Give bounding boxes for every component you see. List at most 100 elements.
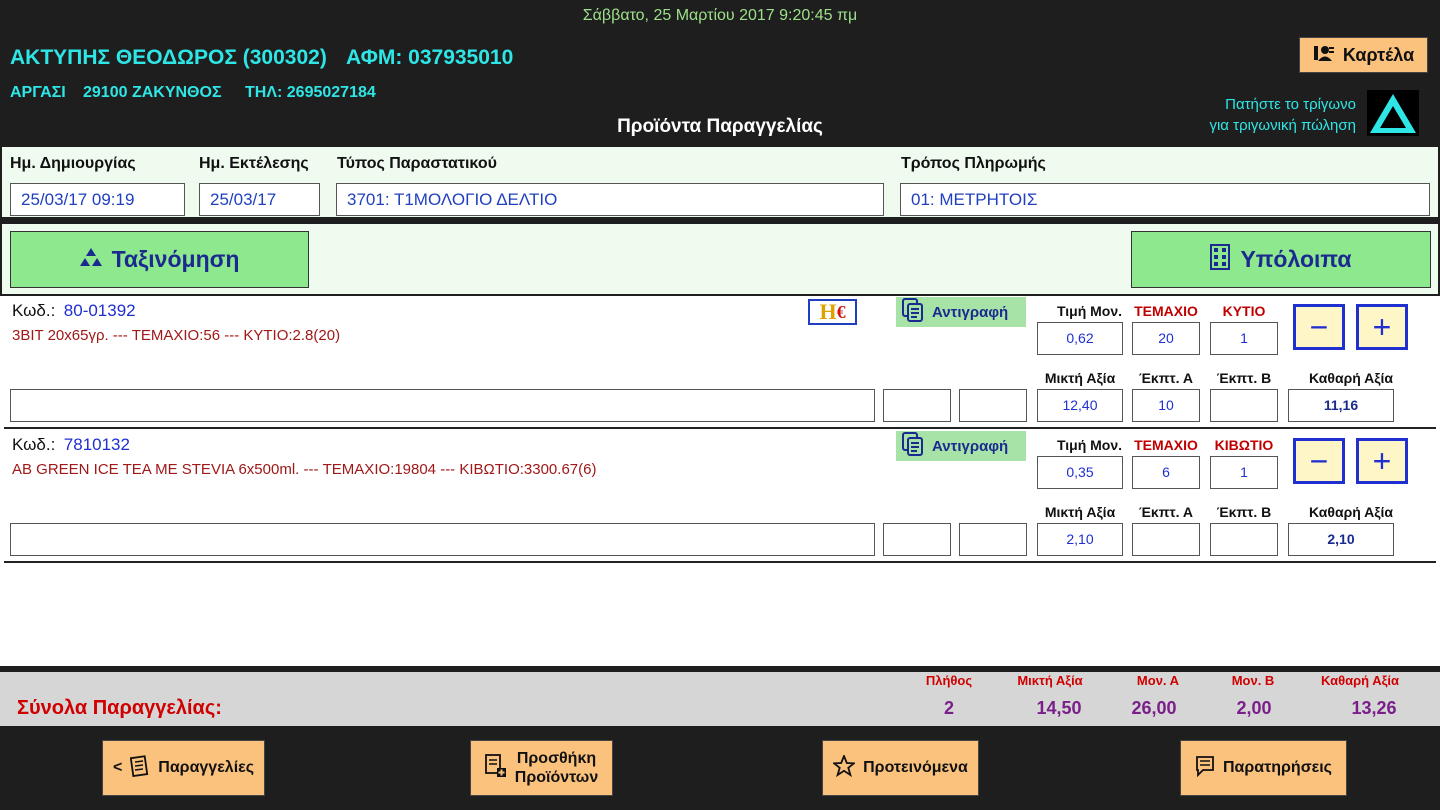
row-divider xyxy=(4,561,1436,563)
disc-a-field[interactable]: 10 xyxy=(1132,389,1200,422)
unit1-label: ΤΕΜΑΧΙΟ xyxy=(1134,437,1198,453)
star-icon xyxy=(831,753,857,782)
totals-label: Σύνολα Παραγγελίας: xyxy=(17,697,222,719)
product-row: Κωδ.: 80-01392 3BIT 20x65γρ. --- ΤΕΜΑΧΙΟ… xyxy=(0,296,1440,429)
add-products-button[interactable]: Προσθήκη Προϊόντων xyxy=(470,740,613,796)
doctype-label: Τύπος Παραστατικού xyxy=(337,155,497,172)
kartela-label: Καρτέλα xyxy=(1342,44,1415,65)
disc-b-field[interactable] xyxy=(1210,389,1278,422)
notes-button[interactable]: Παρατηρήσεις xyxy=(1180,740,1347,796)
unit1-label: ΤΕΜΑΧΙΟ xyxy=(1134,303,1198,319)
disc-a-label: Έκπτ. Α xyxy=(1138,504,1194,520)
kartela-button[interactable]: Καρτέλα xyxy=(1299,37,1428,73)
total-units-b: 2,00 xyxy=(1236,698,1272,718)
extra-field-1[interactable] xyxy=(883,389,951,422)
disc-b-field[interactable] xyxy=(1210,523,1278,556)
customer-afm: ΑΦΜ: 037935010 xyxy=(346,46,514,69)
extra-field-2[interactable] xyxy=(959,389,1027,422)
gross-label: Μικτή Αξία xyxy=(1044,504,1116,520)
current-datetime: Σάββατο, 25 Μαρτίου 2017 9:20:45 πμ xyxy=(582,7,858,24)
copy-icon xyxy=(902,432,924,460)
increase-button[interactable]: + xyxy=(1356,304,1408,350)
disc-b-label: Έκπτ. Β xyxy=(1216,370,1272,386)
payment-field[interactable]: 01: ΜΕΤΡΗΤΟΙΣ xyxy=(900,183,1430,216)
net-field[interactable]: 2,10 xyxy=(1288,523,1394,556)
add-products-label-line2: Προϊόντων xyxy=(514,769,599,786)
notes-label: Παρατηρήσεις xyxy=(1222,759,1332,776)
disc-b-label: Έκπτ. Β xyxy=(1216,504,1272,520)
payment-label: Τρόπος Πληρωμής xyxy=(901,155,1046,172)
page-title: Προϊόντα Παραγγελίας xyxy=(617,116,823,137)
unit-price-label: Τιμή Μον. xyxy=(1056,437,1123,453)
extra-field-1[interactable] xyxy=(883,523,951,556)
copy-label: Αντιγραφή xyxy=(932,437,1009,455)
copy-icon xyxy=(902,298,924,326)
product-description: 3BIT 20x65γρ. --- ΤΕΜΑΧΙΟ:56 --- ΚΥΤΙΟ:2… xyxy=(12,327,341,344)
unit-price-field[interactable]: 0,62 xyxy=(1037,322,1123,355)
extra-field-2[interactable] xyxy=(959,523,1027,556)
row-divider xyxy=(4,427,1436,429)
total-count: 2 xyxy=(943,698,954,718)
qty1-field[interactable]: 6 xyxy=(1132,456,1200,489)
triangle-hint-line1: Πατήστε το τρίγωνο xyxy=(1225,96,1356,113)
person-card-icon xyxy=(1313,44,1335,67)
total-gross-label: Μικτή Αξία xyxy=(1017,673,1083,688)
sort-label: Ταξινόμηση xyxy=(111,246,240,272)
balances-button[interactable]: Υπόλοιπα xyxy=(1131,231,1431,288)
cluster-sort-icon xyxy=(79,246,102,273)
add-product-icon xyxy=(484,753,507,783)
increase-button[interactable]: + xyxy=(1356,438,1408,484)
suggested-label: Προτεινόμενα xyxy=(863,759,968,776)
suggested-button[interactable]: Προτεινόμενα xyxy=(822,740,979,796)
add-products-label: Προσθήκη Προϊόντων xyxy=(515,749,598,787)
gross-field[interactable]: 2,10 xyxy=(1037,523,1123,556)
created-date-label: Ημ. Δημιουργίας xyxy=(10,155,136,172)
decrease-button[interactable]: − xyxy=(1293,438,1345,484)
exec-date-label: Ημ. Εκτέλεσης xyxy=(199,155,309,172)
add-products-label-line1: Προσθήκη xyxy=(516,750,597,767)
disc-a-field[interactable] xyxy=(1132,523,1200,556)
plus-icon: + xyxy=(1372,309,1392,345)
product-code: 80-01392 xyxy=(63,301,136,320)
product-code: 7810132 xyxy=(63,435,130,454)
orders-button[interactable]: < Παραγγελίες xyxy=(102,740,265,796)
plus-icon: + xyxy=(1372,443,1392,479)
note-icon xyxy=(1195,755,1215,782)
unit-price-label: Τιμή Μον. xyxy=(1056,303,1123,319)
comment-field[interactable] xyxy=(10,389,875,422)
gross-field[interactable]: 12,40 xyxy=(1037,389,1123,422)
customer-name: ΑΚΤΥΠΗΣ ΘΕΟΔΩΡΟΣ (300302) xyxy=(10,46,327,69)
net-field[interactable]: 11,16 xyxy=(1288,389,1394,422)
product-description: AB GREEN ICE TEA ME STEVIA 6x500ml. --- … xyxy=(12,461,597,478)
copy-button[interactable]: Αντιγραφή xyxy=(896,431,1026,461)
orders-list-icon xyxy=(130,754,150,782)
copy-label: Αντιγραφή xyxy=(932,303,1009,321)
customer-city: ΑΡΓΑΣΙ xyxy=(10,84,66,101)
orders-label: Παραγγελίες xyxy=(158,759,255,776)
qty2-field[interactable]: 1 xyxy=(1210,456,1278,489)
balances-label: Υπόλοιπα xyxy=(1240,246,1352,272)
copy-button[interactable]: Αντιγραφή xyxy=(896,297,1026,327)
qty2-field[interactable]: 1 xyxy=(1210,322,1278,355)
decrease-button[interactable]: − xyxy=(1293,304,1345,350)
code-label: Κωδ.: xyxy=(12,301,56,320)
unit2-label: ΚΥΤΙΟ xyxy=(1222,303,1266,319)
product-row: Κωδ.: 7810132 AB GREEN ICE TEA ME STEVIA… xyxy=(0,430,1440,564)
gross-label: Μικτή Αξία xyxy=(1044,370,1116,386)
unit2-label: ΚΙΒΩΤΙΟ xyxy=(1214,437,1274,453)
total-net: 13,26 xyxy=(1351,698,1397,718)
minus-icon: − xyxy=(1309,443,1329,479)
unit-price-field[interactable]: 0,35 xyxy=(1037,456,1123,489)
minus-icon: − xyxy=(1309,309,1329,345)
doctype-field[interactable]: 3701: Τ1ΜΟΛΟΓΙΟ ΔΕΛΤΙΟ xyxy=(336,183,884,216)
comment-field[interactable] xyxy=(10,523,875,556)
sort-button[interactable]: Ταξινόμηση xyxy=(10,231,309,288)
building-icon xyxy=(1210,243,1231,276)
net-label: Καθαρή Αξία xyxy=(1309,370,1393,386)
badge-text: H xyxy=(819,299,837,324)
total-net-label: Καθαρή Αξία xyxy=(1321,673,1399,688)
qty1-field[interactable]: 20 xyxy=(1132,322,1200,355)
hellenic-euro-icon[interactable]: H € xyxy=(808,299,857,325)
exec-date-field[interactable]: 25/03/17 xyxy=(199,183,320,216)
created-date-field[interactable]: 25/03/17 09:19 xyxy=(10,183,185,216)
